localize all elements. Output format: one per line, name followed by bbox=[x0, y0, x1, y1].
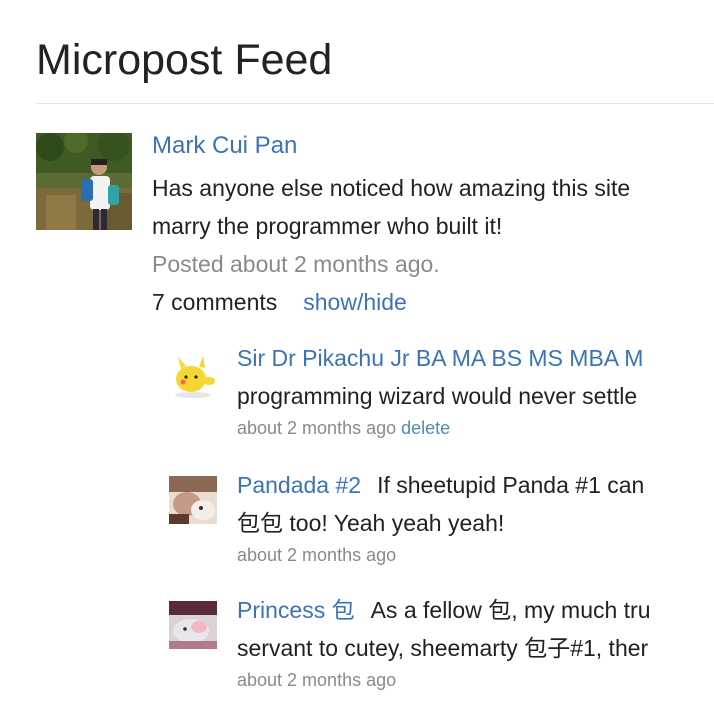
page-title: Micropost Feed bbox=[36, 36, 333, 84]
comment-text: servant to cutey, sheemarty 包子#1, ther bbox=[237, 635, 649, 661]
comment-text: As a fellow 包, my much tru bbox=[370, 597, 651, 623]
comment-meta: about 2 months ago bbox=[237, 667, 714, 693]
pikachu-avatar-image bbox=[169, 351, 217, 399]
comments-row: 7 comments show/hide bbox=[152, 283, 714, 321]
post-author-link[interactable]: Mark Cui Pan bbox=[152, 133, 714, 159]
comment-meta: about 2 months ago delete bbox=[237, 415, 714, 441]
comment-count: 7 comments bbox=[152, 289, 278, 315]
comment-time: about 2 months ago bbox=[237, 545, 397, 565]
comment-body: Princess 包 As a fellow 包, my much tru ser… bbox=[237, 591, 714, 693]
comment-item: Princess 包 As a fellow 包, my much tru ser… bbox=[169, 591, 714, 701]
micropost: Mark Cui Pan Has anyone else noticed how… bbox=[36, 133, 714, 713]
pandada-avatar-image bbox=[169, 476, 217, 524]
commenter-avatar[interactable] bbox=[169, 476, 217, 524]
comment-time: about 2 months ago bbox=[237, 418, 397, 438]
comment-item: Pandada #2 If sheetupid Panda #1 can 包包 t… bbox=[169, 466, 714, 576]
delete-comment-link[interactable]: delete bbox=[401, 418, 450, 438]
comment-time: about 2 months ago bbox=[237, 670, 397, 690]
avatar-photo bbox=[36, 133, 132, 230]
comment-item: Sir Dr Pikachu Jr BA MA BS MS MBA M prog… bbox=[169, 339, 714, 449]
show-hide-comments-toggle[interactable]: show/hide bbox=[303, 289, 407, 315]
post-timestamp: Posted about 2 months ago. bbox=[152, 251, 440, 277]
comment-body: Pandada #2 If sheetupid Panda #1 can 包包 t… bbox=[237, 466, 714, 568]
comment-text: 包包 too! Yeah yeah yeah! bbox=[237, 510, 505, 536]
commenter-avatar[interactable] bbox=[169, 601, 217, 649]
comment-text: programming wizard would never settle bbox=[237, 383, 638, 409]
princess-avatar-image bbox=[169, 601, 217, 649]
post-content-line: Has anyone else noticed how amazing this… bbox=[152, 175, 631, 201]
commenter-avatar[interactable] bbox=[169, 351, 217, 399]
title-divider bbox=[36, 103, 714, 104]
post-content: Has anyone else noticed how amazing this… bbox=[152, 169, 714, 245]
author-avatar[interactable] bbox=[36, 133, 132, 230]
post-content-line: marry the programmer who built it! bbox=[152, 213, 503, 239]
comment-author-link[interactable]: Princess 包 bbox=[237, 597, 355, 623]
comment-body: Sir Dr Pikachu Jr BA MA BS MS MBA M prog… bbox=[237, 339, 714, 441]
comment-meta: about 2 months ago bbox=[237, 542, 714, 568]
comment-author-link[interactable]: Pandada #2 bbox=[237, 472, 361, 498]
post-body: Mark Cui Pan Has anyone else noticed how… bbox=[152, 133, 714, 321]
comment-text: If sheetupid Panda #1 can bbox=[377, 472, 645, 498]
comment-author-link[interactable]: Sir Dr Pikachu Jr BA MA BS MS MBA M bbox=[237, 345, 643, 371]
